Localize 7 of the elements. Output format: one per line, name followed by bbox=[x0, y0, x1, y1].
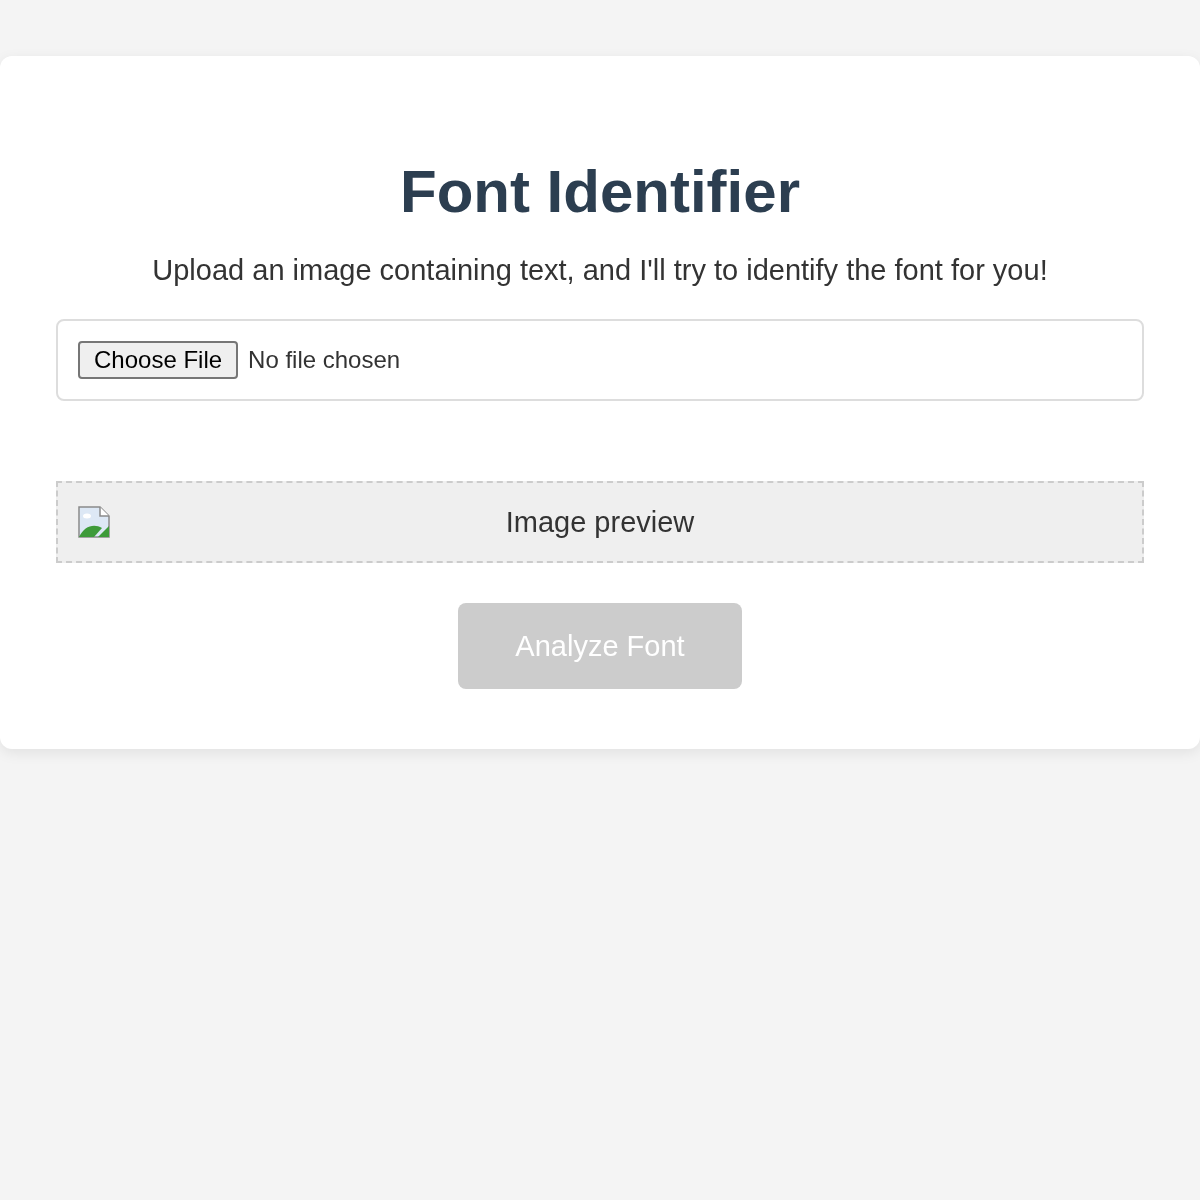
broken-image-icon bbox=[78, 506, 110, 538]
page-title: Font Identifier bbox=[399, 157, 801, 227]
file-status-text: No file chosen bbox=[248, 346, 401, 374]
image-preview-label: Image preview bbox=[504, 505, 696, 539]
choose-file-button[interactable]: Choose File bbox=[78, 341, 239, 379]
file-upload-field[interactable]: Choose File No file chosen bbox=[56, 319, 1144, 401]
page-description: Upload an image containing text, and I'll try to identify the font for you! bbox=[151, 254, 1049, 287]
